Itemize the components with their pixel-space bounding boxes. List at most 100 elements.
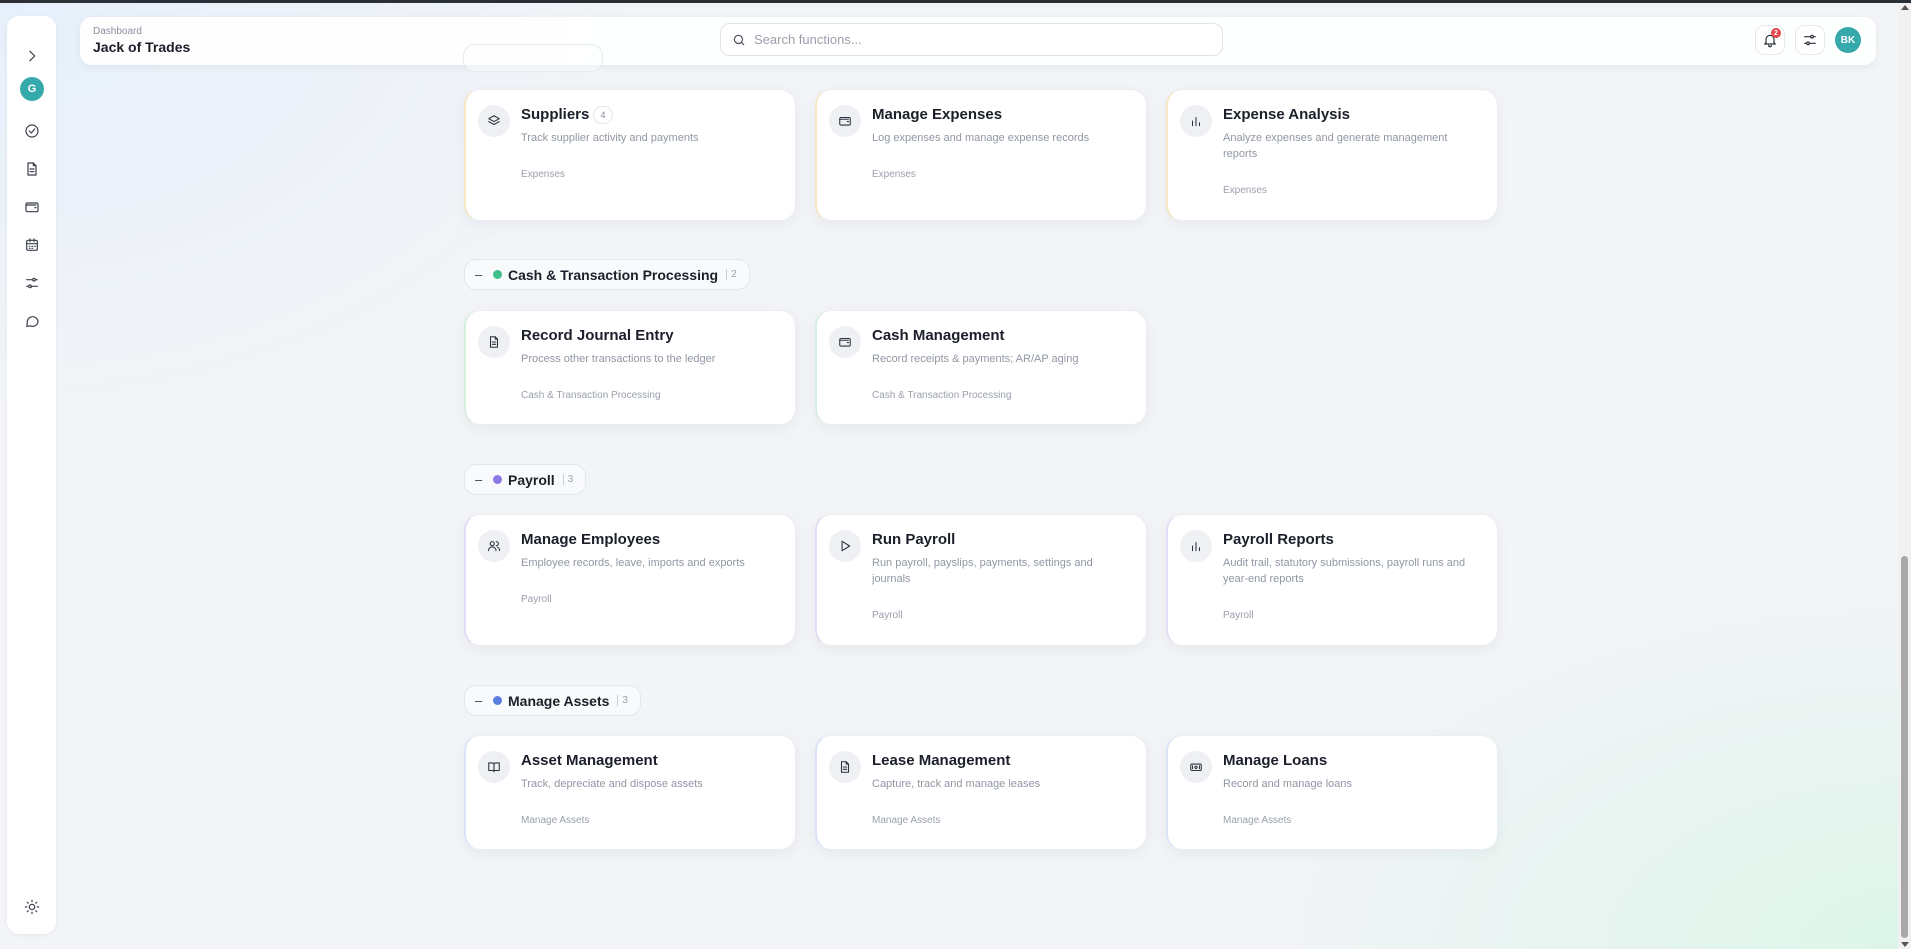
- card-title: Manage Expenses: [872, 106, 1003, 123]
- card-description: Run payroll, payslips, payments, setting…: [872, 557, 1093, 585]
- card-description: Record receipts & payments; AR/AP aging: [872, 353, 1079, 365]
- function-card-lease-management[interactable]: Lease Management Capture, track and mana…: [815, 735, 1147, 850]
- document-icon: [489, 336, 499, 348]
- card-category: Cash & Transaction Processing: [872, 390, 1012, 401]
- sidebar-item-calendar[interactable]: [19, 232, 45, 258]
- collapse-icon[interactable]: –: [475, 472, 485, 487]
- sidebar-item-messages[interactable]: [19, 308, 45, 334]
- function-card-cash-management[interactable]: Cash Management Record receipts & paymen…: [815, 310, 1147, 425]
- card-icon: [478, 530, 510, 562]
- window-top-border: [0, 0, 1911, 3]
- function-card-run-payroll[interactable]: Run Payroll Run payroll, payslips, payme…: [815, 514, 1147, 646]
- calendar-icon: [26, 238, 38, 251]
- sidebar-item-tasks[interactable]: [19, 118, 45, 144]
- function-card-expense-analysis[interactable]: Expense Analysis Analyze expenses and ge…: [1166, 89, 1498, 221]
- card-count-badge: 4: [593, 106, 613, 124]
- section-title: Cash & Transaction Processing: [508, 266, 719, 283]
- play-icon: [841, 540, 851, 552]
- cash-icon: [1190, 763, 1202, 772]
- filters-button[interactable]: [1795, 25, 1825, 55]
- sliders-icon: [26, 277, 38, 289]
- card-title: Run Payroll: [872, 531, 956, 548]
- card-icon: [1180, 530, 1212, 562]
- card-description: Log expenses and manage expense records: [872, 132, 1090, 144]
- scrollbar-thumb[interactable]: [1901, 556, 1908, 938]
- card-title: Manage Employees: [521, 531, 661, 548]
- bar-chart-icon: [1191, 116, 1201, 127]
- function-card-manage-loans[interactable]: Manage Loans Record and manage loans Man…: [1166, 735, 1498, 850]
- section-chip-manage-assets[interactable]: – Manage Assets 3: [464, 685, 641, 716]
- section-chip-expenses[interactable]: [463, 44, 603, 72]
- card-category: Expenses: [1223, 185, 1267, 196]
- notifications-button[interactable]: 2: [1755, 25, 1785, 55]
- search-box[interactable]: [720, 23, 1223, 56]
- function-card-manage-employees[interactable]: Manage Employees Employee records, leave…: [464, 514, 796, 646]
- workspace-avatar[interactable]: G: [20, 77, 44, 101]
- expand-sidebar-button[interactable]: [19, 43, 45, 69]
- card-title: Asset Management: [521, 752, 658, 769]
- theme-toggle-button[interactable]: [19, 894, 45, 920]
- wallet-icon: [25, 202, 39, 213]
- card-description: Record and manage loans: [1223, 778, 1353, 790]
- section-color-dot: [493, 696, 502, 705]
- card-description: Audit trail, statutory submissions, payr…: [1223, 557, 1466, 585]
- layers-icon: [488, 115, 500, 126]
- card-category: Cash & Transaction Processing: [521, 390, 661, 401]
- card-title: Expense Analysis: [1223, 106, 1351, 123]
- card-icon: [478, 751, 510, 783]
- notification-badge: 2: [1771, 28, 1781, 38]
- function-card-manage-expenses[interactable]: Manage Expenses Log expenses and manage …: [815, 89, 1147, 221]
- wallet-icon: [839, 116, 851, 126]
- wallet-icon: [839, 337, 851, 347]
- card-icon: [478, 105, 510, 137]
- card-icon: [478, 326, 510, 358]
- card-category: Payroll: [1223, 610, 1254, 621]
- breadcrumb[interactable]: Dashboard: [93, 26, 142, 37]
- collapse-icon[interactable]: –: [475, 267, 485, 282]
- card-title: Payroll Reports: [1223, 531, 1334, 548]
- chat-icon: [26, 316, 39, 327]
- page-title: Jack of Trades: [93, 39, 191, 55]
- users-icon: [487, 541, 501, 552]
- document-icon: [840, 761, 850, 773]
- function-card-asset-management[interactable]: Asset Management Track, depreciate and d…: [464, 735, 796, 850]
- card-description: Capture, track and manage leases: [872, 778, 1041, 790]
- scroll-down-arrow[interactable]: [1901, 942, 1909, 947]
- sidebar-item-settings[interactable]: [19, 270, 45, 296]
- sun-icon: [24, 899, 40, 915]
- card-description: Track supplier activity and payments: [521, 132, 699, 144]
- section-color-dot: [493, 475, 502, 484]
- section-count: 3: [617, 695, 628, 706]
- function-card-record-journal-entry[interactable]: Record Journal Entry Process other trans…: [464, 310, 796, 425]
- card-description: Analyze expenses and generate management…: [1223, 132, 1448, 160]
- card-category: Manage Assets: [1223, 815, 1292, 826]
- card-description: Track, depreciate and dispose assets: [521, 778, 703, 790]
- card-category: Manage Assets: [872, 815, 941, 826]
- search-input[interactable]: [754, 32, 1194, 47]
- card-category: Expenses: [872, 169, 916, 180]
- section-title: Manage Assets: [508, 692, 610, 709]
- collapse-icon[interactable]: –: [475, 693, 485, 708]
- card-icon: [829, 751, 861, 783]
- sidebar-item-wallet[interactable]: [19, 194, 45, 220]
- sidebar-item-documents[interactable]: [19, 156, 45, 182]
- section-count: 2: [726, 269, 737, 280]
- card-icon: [829, 326, 861, 358]
- section-chip-cash-transaction-processing[interactable]: – Cash & Transaction Processing 2: [464, 259, 750, 290]
- card-title: Lease Management: [872, 752, 1011, 769]
- check-circle-icon: [25, 124, 39, 138]
- card-icon: [1180, 751, 1212, 783]
- bar-chart-icon: [1191, 541, 1201, 552]
- card-category: Payroll: [521, 594, 552, 605]
- user-avatar[interactable]: BK: [1835, 27, 1861, 53]
- scroll-up-arrow[interactable]: [1901, 5, 1909, 10]
- card-title: Record Journal Entry: [521, 327, 674, 344]
- card-title: Manage Loans: [1223, 752, 1328, 769]
- function-card-suppliers[interactable]: Suppliers 4 Track supplier activity and …: [464, 89, 796, 221]
- chevron-right-icon: [29, 50, 36, 62]
- card-description: Process other transactions to the ledger: [521, 353, 716, 365]
- vertical-scrollbar[interactable]: [1898, 3, 1911, 949]
- section-chip-payroll[interactable]: – Payroll 3: [464, 464, 587, 495]
- function-card-payroll-reports[interactable]: Payroll Reports Audit trail, statutory s…: [1166, 514, 1498, 646]
- section-count: 3: [562, 474, 573, 485]
